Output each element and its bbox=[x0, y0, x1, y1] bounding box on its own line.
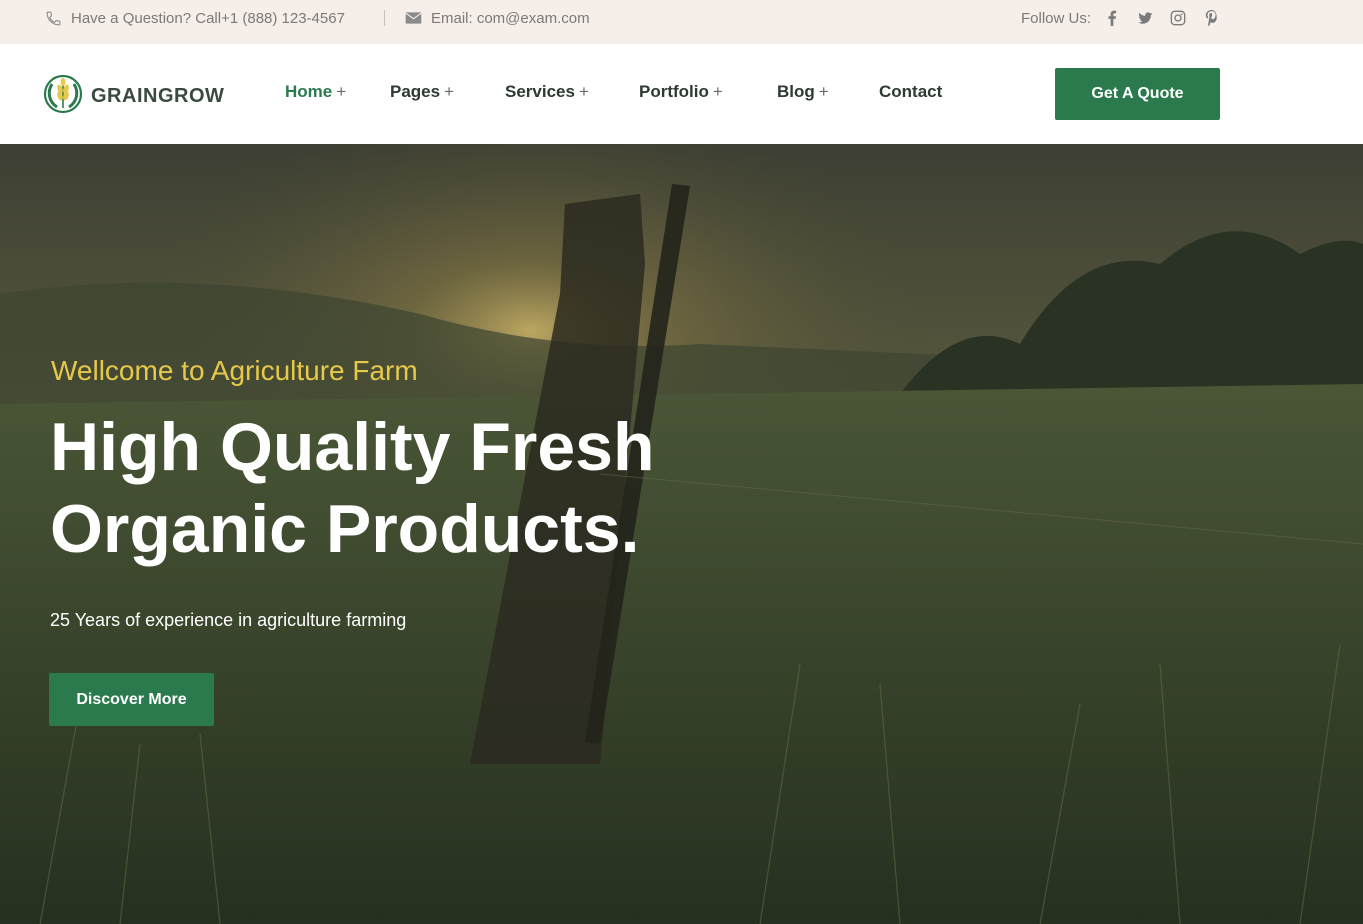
plus-icon: + bbox=[818, 82, 829, 101]
social-links bbox=[1102, 8, 1234, 28]
hero-subtitle: 25 Years of experience in agriculture fa… bbox=[50, 610, 407, 630]
pinterest-icon[interactable] bbox=[1201, 8, 1221, 28]
envelope-icon bbox=[404, 9, 422, 27]
brand-logo[interactable]: GRAINGROW bbox=[43, 74, 224, 119]
phone-text: Have a Question? Call+1 (888) 123-4567 bbox=[71, 9, 345, 27]
nav-item-home[interactable]: Home + bbox=[285, 82, 346, 102]
plus-icon: + bbox=[444, 82, 455, 101]
twitter-icon[interactable] bbox=[1135, 8, 1155, 28]
divider bbox=[384, 10, 385, 26]
hero-welcome-text: Wellcome to Agriculture Farm bbox=[51, 355, 418, 386]
hero-section: Wellcome to Agriculture Farm High Qualit… bbox=[0, 144, 1363, 924]
discover-more-button[interactable]: Discover More bbox=[49, 673, 214, 726]
hero-headline-line-2: Organic Products. bbox=[50, 491, 640, 567]
hero-headline-line-1: High Quality Fresh bbox=[50, 409, 655, 485]
nav-item-label: Services bbox=[505, 82, 575, 101]
email-text: Email: com@exam.com bbox=[431, 9, 590, 27]
nav-item-services[interactable]: Services + bbox=[505, 82, 589, 102]
phone-icon bbox=[44, 9, 62, 27]
facebook-icon[interactable] bbox=[1102, 8, 1122, 28]
nav-item-label: Home bbox=[285, 82, 333, 101]
plus-icon: + bbox=[712, 82, 723, 101]
plus-icon: + bbox=[578, 82, 589, 101]
nav-item-contact[interactable]: Contact bbox=[879, 82, 942, 102]
main-header: GRAINGROW Home + Pages + Services + Portfol… bbox=[0, 44, 1363, 144]
nav-item-label: Pages bbox=[390, 82, 441, 101]
email-contact[interactable]: Email: com@exam.com bbox=[404, 0, 590, 36]
instagram-icon[interactable] bbox=[1168, 8, 1188, 28]
nav-item-label: Contact bbox=[879, 82, 943, 101]
nav-item-blog[interactable]: Blog + bbox=[777, 82, 829, 102]
phone-contact[interactable]: Have a Question? Call+1 (888) 123-4567 bbox=[44, 0, 345, 36]
nav-item-pages[interactable]: Pages + bbox=[390, 82, 454, 102]
brand-name: GRAINGROW bbox=[91, 85, 225, 107]
follow-label: Follow Us: bbox=[1021, 9, 1092, 27]
nav-item-label: Portfolio bbox=[639, 82, 709, 101]
get-quote-button[interactable]: Get A Quote bbox=[1055, 68, 1220, 120]
top-bar: Have a Question? Call+1 (888) 123-4567 E… bbox=[0, 0, 1363, 44]
nav-item-label: Blog bbox=[777, 82, 815, 101]
nav-item-portfolio[interactable]: Portfolio + bbox=[639, 82, 723, 102]
wheat-logo-icon bbox=[43, 74, 83, 119]
hero-headline: High Quality Fresh Organic Products. bbox=[50, 406, 655, 570]
plus-icon: + bbox=[336, 82, 347, 101]
